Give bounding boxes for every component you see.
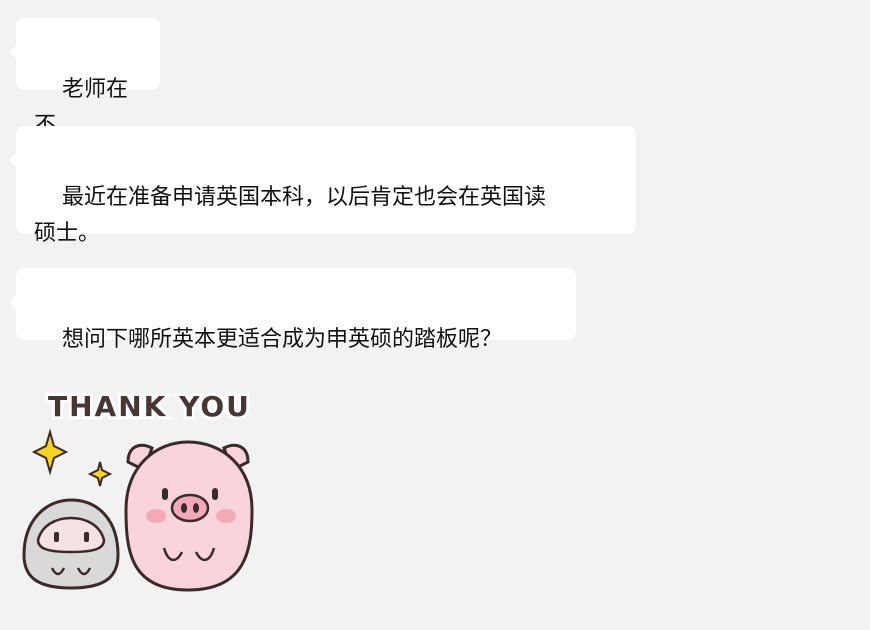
- message-bubble[interactable]: 老师在不: [9, 18, 160, 138]
- pig-character-icon: [124, 440, 254, 592]
- sparkle-icon: [87, 461, 113, 487]
- sparkle-icon: [31, 428, 69, 476]
- chat-thread: 老师在不 最近在准备申请英国本科，以后肯定也会在英国读 硕士。 想问下哪所英本更…: [0, 0, 870, 630]
- gray-character-icon: [22, 498, 120, 590]
- thank-you-sticker[interactable]: THANK YOU THANK YOU: [16, 380, 266, 610]
- sticker-caption: THANK YOU: [48, 390, 251, 423]
- message-bubble[interactable]: 想问下哪所英本更适合成为申英硕的踏板呢？: [9, 268, 576, 352]
- pig-sticker-icon: THANK YOU THANK YOU: [22, 387, 254, 592]
- message-text: 想问下哪所英本更适合成为申英硕的踏板呢？: [61, 327, 502, 352]
- message-bubble[interactable]: 最近在准备申请英国本科，以后肯定也会在英国读 硕士。: [9, 126, 636, 246]
- message-text: 最近在准备申请英国本科，以后肯定也会在英国读 硕士。: [34, 185, 546, 246]
